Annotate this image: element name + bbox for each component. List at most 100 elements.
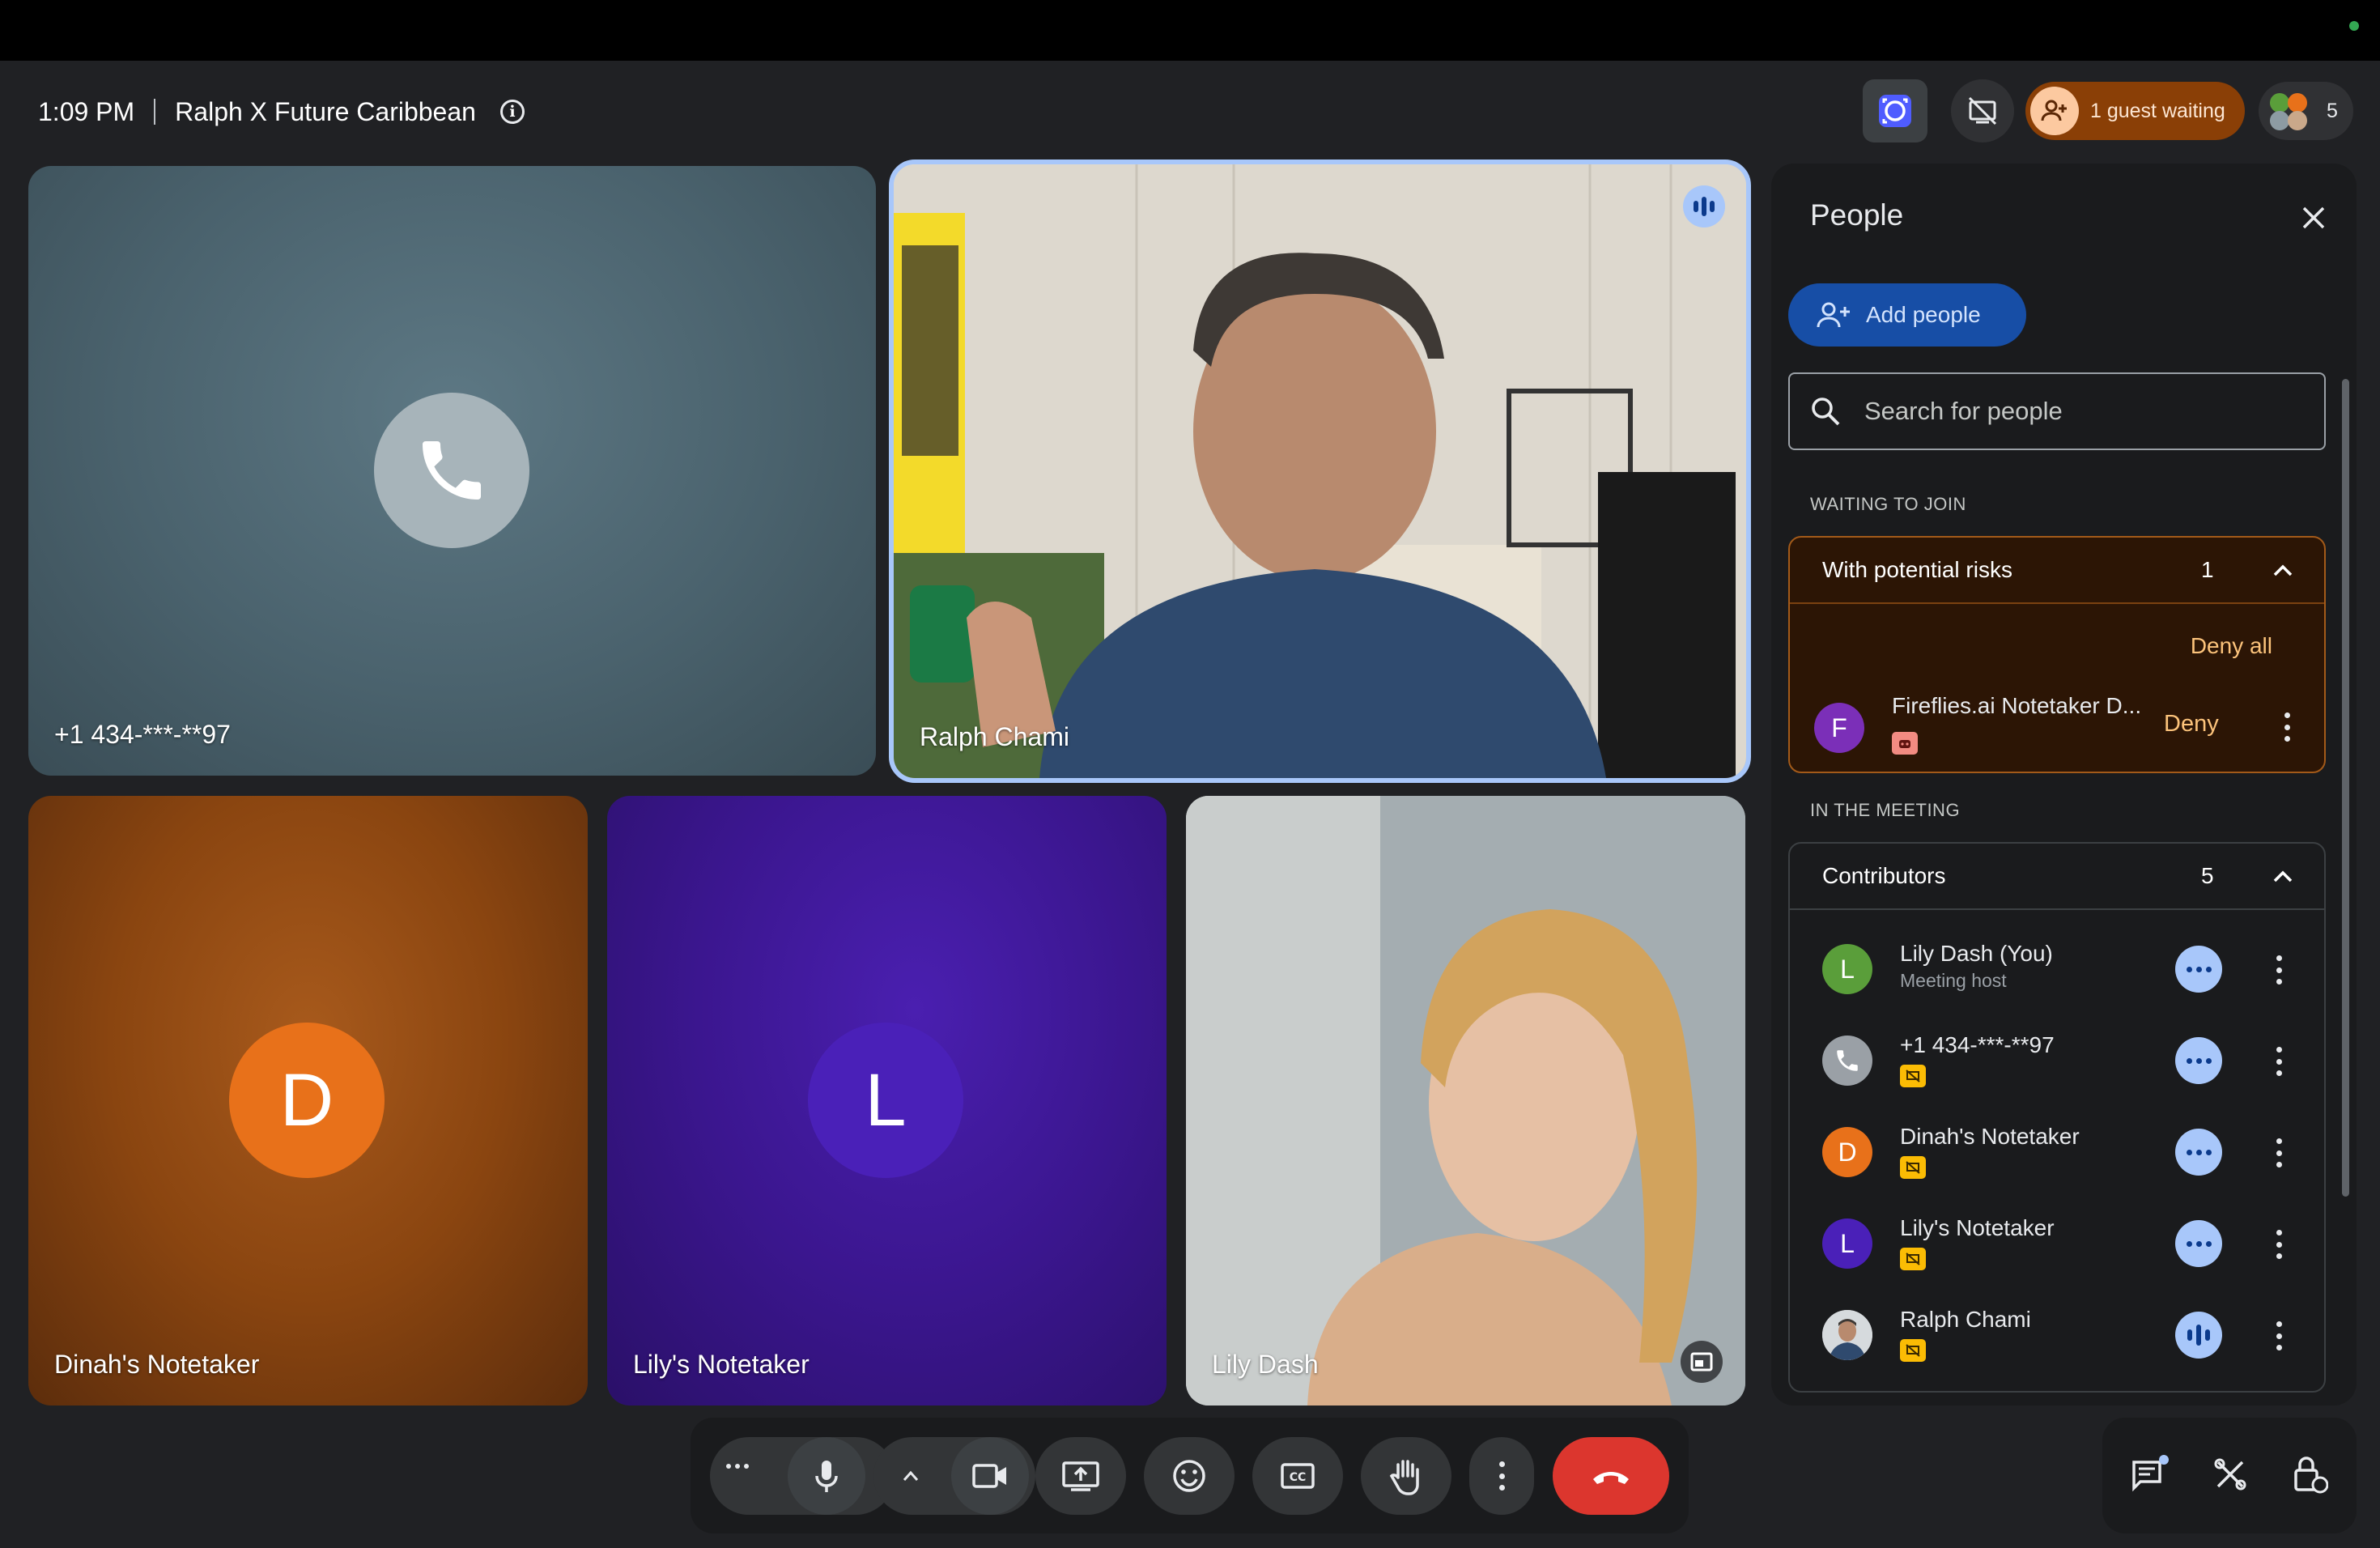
captions-button[interactable]: CC bbox=[1252, 1437, 1343, 1515]
more-vert-icon[interactable] bbox=[2284, 712, 2290, 742]
activities-button[interactable] bbox=[2206, 1450, 2255, 1499]
add-people-label: Add people bbox=[1866, 302, 1981, 327]
avatar bbox=[1822, 1310, 1872, 1360]
meeting-ai-button[interactable] bbox=[1863, 79, 1927, 142]
camera-icon bbox=[972, 1464, 1006, 1488]
participants-button[interactable]: 5 bbox=[2259, 82, 2353, 140]
tile-phone-participant[interactable]: +1 434-***-**97 bbox=[28, 166, 876, 776]
more-options-icon[interactable] bbox=[726, 1464, 749, 1469]
participant-status-button[interactable] bbox=[2175, 1220, 2222, 1267]
no-present-icon bbox=[1968, 96, 1997, 125]
svg-text:CC: CC bbox=[1290, 1471, 1307, 1484]
close-panel-button[interactable] bbox=[2295, 199, 2332, 236]
add-person-icon bbox=[2030, 87, 2079, 135]
avatar: L bbox=[1822, 944, 1872, 994]
emoji-button[interactable] bbox=[1144, 1437, 1235, 1515]
participant-avatars-icon bbox=[2267, 90, 2309, 132]
more-vert-icon[interactable] bbox=[2276, 1138, 2282, 1167]
add-person-icon bbox=[1817, 302, 1850, 328]
participant-status-button[interactable] bbox=[2175, 1129, 2222, 1176]
info-icon[interactable]: i bbox=[499, 100, 525, 124]
risk-group-count: 1 bbox=[2201, 557, 2214, 582]
tile-lilys-notetaker[interactable]: L Lily's Notetaker bbox=[607, 796, 1167, 1406]
screen-share-blocked-button[interactable] bbox=[1951, 79, 2014, 142]
avatar: L bbox=[808, 1023, 963, 1178]
more-vert-icon[interactable] bbox=[2276, 1230, 2282, 1259]
captions-icon: CC bbox=[1281, 1463, 1315, 1489]
more-vert-icon[interactable] bbox=[2276, 1321, 2282, 1350]
participant-name: Ralph Chami bbox=[1900, 1307, 2031, 1332]
speaking-indicator-icon[interactable] bbox=[2175, 1312, 2222, 1359]
participant-row[interactable]: L Lily's Notetaker bbox=[1790, 1209, 2324, 1282]
present-screen-button[interactable] bbox=[1035, 1437, 1126, 1515]
avatar bbox=[1822, 1036, 1872, 1086]
participant-status-button[interactable] bbox=[2175, 1037, 2222, 1084]
participant-video bbox=[894, 164, 1746, 778]
audio-group bbox=[710, 1437, 895, 1515]
people-panel: People Add people Search for people WAIT… bbox=[1771, 164, 2357, 1406]
search-placeholder: Search for people bbox=[1864, 397, 2063, 425]
search-icon bbox=[1812, 398, 1840, 426]
host-controls-icon bbox=[2294, 1457, 2328, 1494]
side-controls bbox=[2102, 1418, 2357, 1533]
more-options-button[interactable] bbox=[1469, 1437, 1534, 1515]
tile-dinahs-notetaker[interactable]: D Dinah's Notetaker bbox=[28, 796, 588, 1406]
end-call-button[interactable] bbox=[1553, 1437, 1669, 1515]
in-meeting-section-label: IN THE MEETING bbox=[1810, 800, 1961, 820]
contributors-count: 5 bbox=[2201, 863, 2214, 888]
waiting-risk-group: With potential risks 1 Deny all F Firefl… bbox=[1788, 536, 2326, 773]
participant-status-button[interactable] bbox=[2175, 946, 2222, 993]
host-controls-button[interactable] bbox=[2285, 1450, 2334, 1499]
picture-in-picture-button[interactable] bbox=[1681, 1341, 1723, 1383]
panel-scrollbar[interactable] bbox=[2342, 379, 2349, 1197]
avatar: L bbox=[1822, 1218, 1872, 1269]
header-separator bbox=[154, 99, 156, 125]
tile-lily-dash[interactable]: Lily Dash bbox=[1186, 796, 1745, 1406]
participant-row[interactable]: L Lily Dash (You) Meeting host bbox=[1790, 934, 2324, 1007]
search-people-input[interactable]: Search for people bbox=[1788, 372, 2326, 450]
participant-row[interactable]: +1 434-***-**97 bbox=[1790, 1026, 2324, 1099]
tile-name: Dinah's Notetaker bbox=[54, 1350, 260, 1379]
bot-badge-icon bbox=[1892, 732, 1918, 755]
microphone-button[interactable] bbox=[788, 1437, 865, 1515]
tile-ralph-chami[interactable]: Ralph Chami bbox=[889, 159, 1751, 783]
chevron-up-icon bbox=[2273, 870, 2293, 882]
avatar: D bbox=[229, 1023, 385, 1178]
meeting-title: Ralph X Future Caribbean bbox=[175, 96, 476, 126]
no-present-badge-icon bbox=[1900, 1156, 1926, 1179]
chevron-up-icon[interactable] bbox=[901, 1468, 920, 1484]
meeting-time: 1:09 PM bbox=[38, 96, 135, 126]
waiting-section-label: WAITING TO JOIN bbox=[1810, 494, 1966, 514]
chat-button[interactable] bbox=[2125, 1450, 2174, 1499]
tile-name: +1 434-***-**97 bbox=[54, 720, 231, 749]
top-strip bbox=[0, 0, 2380, 61]
guest-waiting-label: 1 guest waiting bbox=[2090, 99, 2225, 122]
assistant-icon bbox=[1879, 95, 1911, 127]
participant-name: Lily Dash (You) bbox=[1900, 941, 2053, 966]
camera-button[interactable] bbox=[951, 1437, 1029, 1515]
status-dot bbox=[2349, 21, 2359, 31]
deny-all-button[interactable]: Deny all bbox=[2191, 633, 2272, 659]
raise-hand-icon bbox=[1389, 1460, 1419, 1495]
close-icon bbox=[2302, 206, 2325, 229]
more-vert-icon bbox=[1498, 1461, 1505, 1491]
guest-waiting-button[interactable]: 1 guest waiting bbox=[2025, 82, 2245, 140]
add-people-button[interactable]: Add people bbox=[1788, 283, 2026, 347]
video-group bbox=[873, 1437, 1035, 1515]
phone-avatar bbox=[374, 393, 529, 548]
deny-button[interactable]: Deny bbox=[2164, 711, 2219, 738]
more-vert-icon[interactable] bbox=[2276, 955, 2282, 985]
contributors-header[interactable]: Contributors 5 bbox=[1790, 844, 2324, 910]
raise-hand-button[interactable] bbox=[1361, 1437, 1451, 1515]
no-present-badge-icon bbox=[1900, 1248, 1926, 1270]
tile-name: Lily Dash bbox=[1212, 1350, 1319, 1379]
guest-name: Fireflies.ai Notetaker D... bbox=[1892, 693, 2142, 718]
participant-name: Lily's Notetaker bbox=[1900, 1215, 2055, 1240]
more-vert-icon[interactable] bbox=[2276, 1047, 2282, 1076]
participant-count: 5 bbox=[2327, 99, 2338, 122]
participant-row[interactable]: Ralph Chami bbox=[1790, 1300, 2324, 1373]
risk-group-header[interactable]: With potential risks 1 bbox=[1790, 538, 2324, 604]
no-present-badge-icon bbox=[1900, 1339, 1926, 1362]
present-screen-icon bbox=[1062, 1461, 1099, 1491]
participant-row[interactable]: D Dinah's Notetaker bbox=[1790, 1117, 2324, 1190]
